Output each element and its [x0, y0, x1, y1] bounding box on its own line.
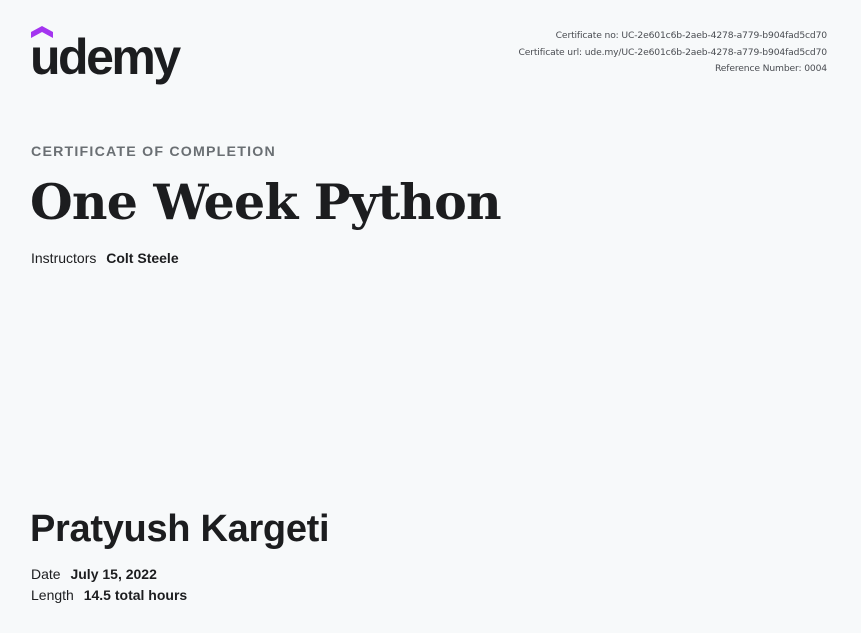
instructors-label: Instructors [31, 250, 97, 266]
recipient-name: Pratyush Kargeti [30, 508, 330, 550]
length-line: Length 14.5 total hours [31, 586, 187, 604]
certificate-number: Certificate no: UC-2e601c6b-2aeb-4278-a7… [555, 30, 827, 41]
date-value: July 15, 2022 [70, 566, 157, 582]
certificate-heading: CERTIFICATE OF COMPLETION [31, 144, 276, 160]
logo-wordmark: udemy [30, 29, 181, 85]
reference-number: Reference Number: 0004 [714, 63, 827, 74]
instructors-value: Colt Steele [106, 250, 179, 266]
udemy-logo: udemy [30, 26, 181, 85]
certificate-url: Certificate url: ude.my/UC-2e601c6b-2aeb… [518, 46, 827, 58]
length-value: 14.5 total hours [83, 587, 188, 603]
certificate-meta: Certificate no: UC-2e601c6b-2aeb-4278-a7… [518, 28, 827, 78]
course-title: One Week Python [30, 173, 502, 231]
length-label: Length [31, 587, 74, 603]
instructors-line: Instructors Colt Steele [31, 249, 179, 267]
date-line: Date July 15, 2022 [31, 565, 157, 583]
date-label: Date [31, 566, 61, 582]
